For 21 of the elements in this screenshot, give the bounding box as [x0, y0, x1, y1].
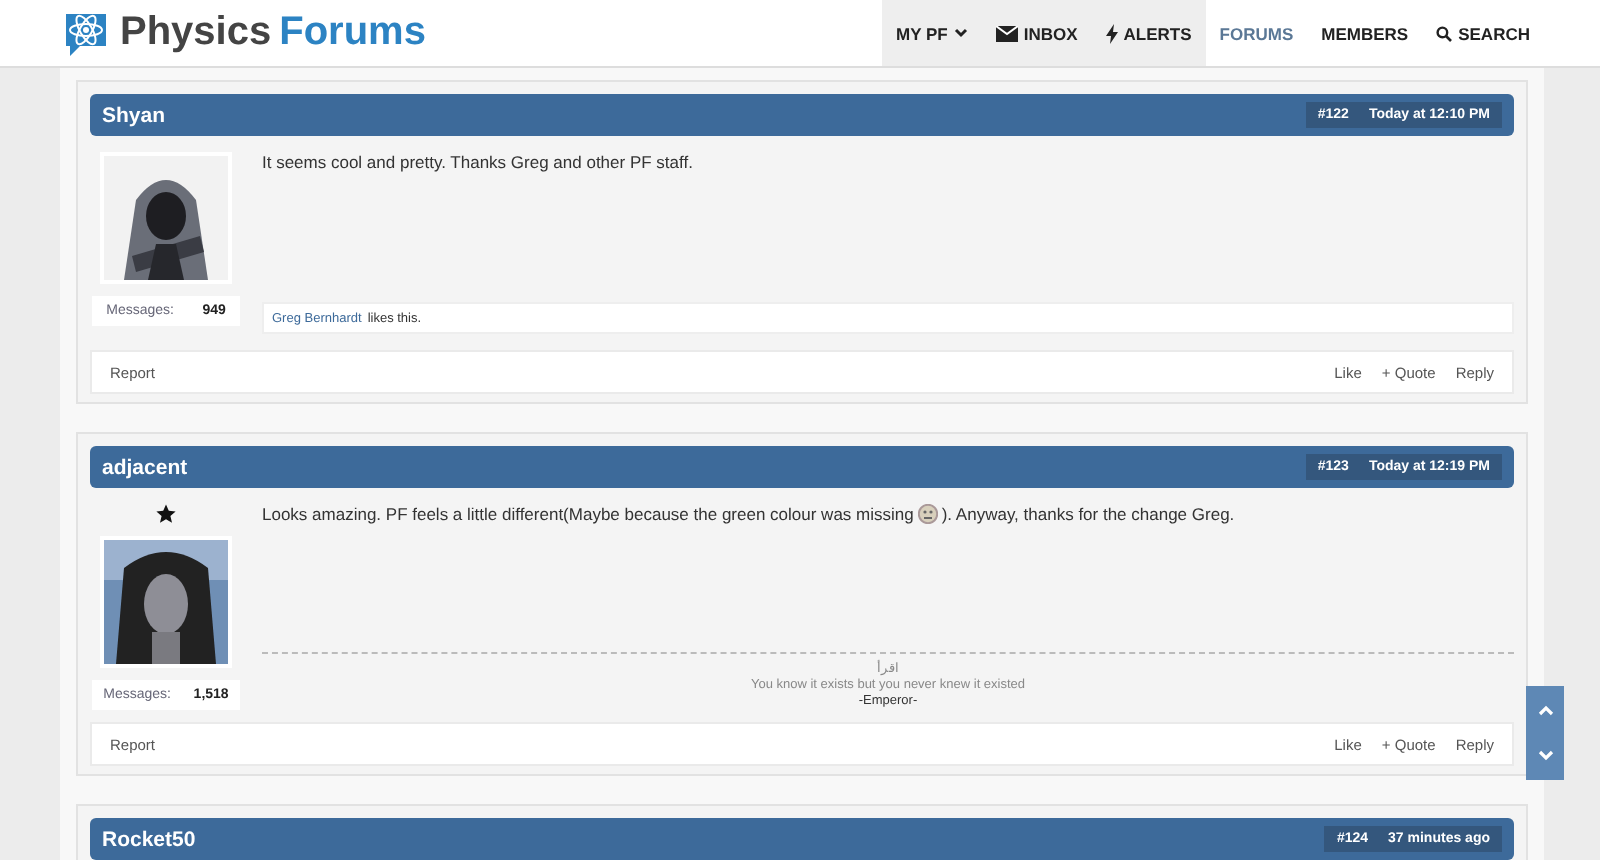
message-text: ). Anyway, thanks for the change Greg. [941, 504, 1235, 524]
author-name[interactable]: Shyan [102, 103, 166, 127]
nav-tab[interactable]: SEARCH [1422, 0, 1544, 66]
nav-tab[interactable]: INBOX [981, 0, 1092, 66]
nav-tab[interactable]: MY PF [882, 0, 982, 66]
author-name[interactable]: adjacent [102, 455, 188, 479]
message-text: Looks amazing. PF feels a little different(Maybe because the green colour was missing [262, 504, 914, 524]
chevron-up-icon[interactable] [1537, 703, 1553, 716]
search-icon [1436, 25, 1453, 41]
nav-tab[interactable]: FORUMS [1205, 0, 1308, 66]
nav-tab[interactable]: MEMBERS [1307, 0, 1423, 66]
nav-tab[interactable]: ALERTS [1091, 0, 1206, 66]
envelope-icon [995, 25, 1018, 41]
lightning-icon [1105, 23, 1118, 43]
author-name[interactable]: Rocket50 [102, 827, 196, 851]
message-text: It seems cool and pretty. Thanks Greg and other PF staff. [262, 152, 693, 172]
caret-icon [953, 28, 968, 38]
emoji-icon [917, 504, 938, 524]
logo-text[interactable]: Physics [120, 10, 272, 56]
chevron-down-icon[interactable] [1537, 750, 1553, 763]
logo-text[interactable]: Forums [279, 10, 426, 56]
